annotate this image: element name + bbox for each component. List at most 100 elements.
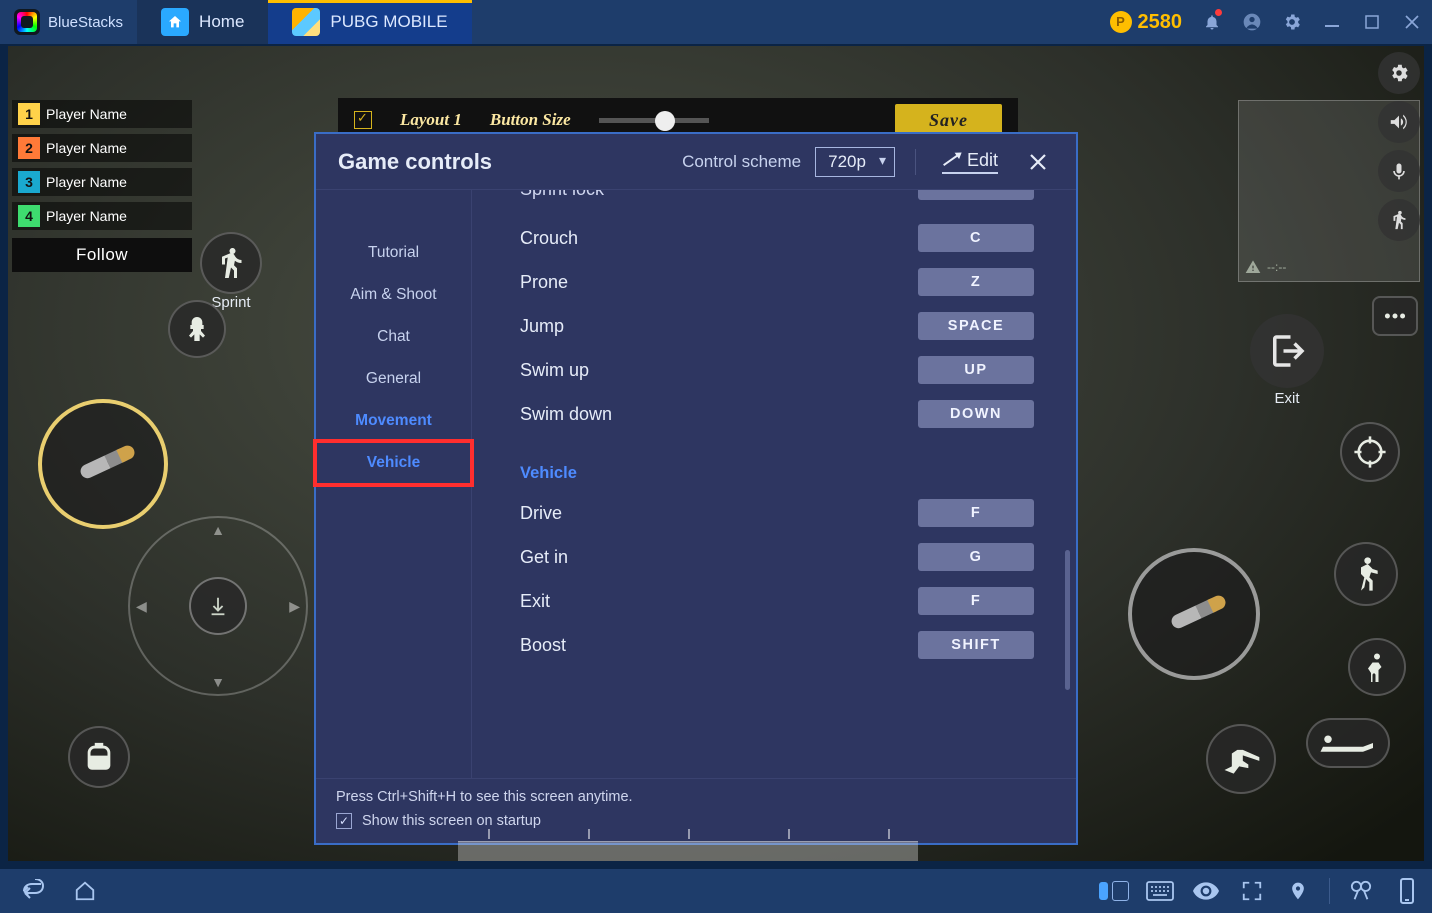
settings-icon[interactable] [1272, 0, 1312, 44]
binding-row: Swim down DOWN [520, 392, 1034, 436]
sound-icon[interactable] [1378, 101, 1420, 143]
game-controls-dialog: Game controls Control scheme 720p Edit T… [314, 132, 1078, 845]
player-name: Player Name [46, 174, 127, 190]
binding-key[interactable]: G [918, 543, 1034, 571]
sprint-button[interactable]: Sprint [200, 232, 262, 294]
binding-key[interactable]: SHIFT [918, 631, 1034, 659]
binding-label: Swim down [520, 404, 612, 425]
layout-toolbar: Layout 1 Button Size Save [338, 98, 1018, 134]
binding-label: Boost [520, 635, 566, 656]
coin-amount: 2580 [1138, 11, 1183, 34]
binding-key[interactable]: Z [918, 268, 1034, 296]
game-icon [292, 8, 320, 36]
follow-button[interactable]: Follow [12, 238, 192, 272]
rank-badge: 4 [18, 205, 40, 227]
player-row-4[interactable]: 4 Player Name [12, 202, 192, 230]
scrollbar[interactable] [1065, 550, 1070, 690]
run-icon[interactable] [1378, 199, 1420, 241]
binding-key[interactable]: F [918, 587, 1034, 615]
keymap-toggle-icon[interactable] [1099, 876, 1129, 906]
binding-label: Jump [520, 316, 564, 337]
binding-label: Crouch [520, 228, 578, 249]
sidebar-item-vehicle[interactable]: Vehicle [316, 442, 471, 484]
crouch-button[interactable] [1348, 638, 1406, 696]
notification-icon[interactable] [1192, 0, 1232, 44]
account-icon[interactable] [1232, 0, 1272, 44]
sidebar-item-chat[interactable]: Chat [316, 316, 471, 358]
back-icon[interactable] [18, 876, 48, 906]
hud-ruler [488, 815, 898, 839]
jump-button[interactable] [1334, 542, 1398, 606]
backpack-button[interactable] [68, 726, 130, 788]
binding-row: Swim upUP [520, 348, 1034, 392]
footer-hint: Press Ctrl+Shift+H to see this screen an… [336, 789, 1056, 805]
joystick-thumb[interactable] [189, 577, 247, 635]
eye-icon[interactable] [1191, 876, 1221, 906]
prone-button[interactable] [1306, 718, 1390, 768]
home-nav-icon[interactable] [70, 876, 100, 906]
bullet-icon [1169, 598, 1218, 631]
player-row-3[interactable]: 3Player Name [12, 168, 192, 196]
exit-button[interactable]: Exit [1250, 314, 1324, 388]
binding-label: Drive [520, 503, 562, 524]
edit-button[interactable]: Edit [936, 148, 1004, 176]
tab-home-label: Home [199, 12, 244, 32]
sidebar-item-general[interactable]: General [316, 358, 471, 400]
tab-game[interactable]: PUBG MOBILE [268, 0, 471, 44]
scheme-select[interactable]: 720p [815, 147, 895, 177]
binding-row: Boost SHIFT [520, 623, 1034, 667]
save-button[interactable]: Save [895, 104, 1002, 135]
movement-joystick[interactable]: ▲ ▼ ◀ ▶ [128, 516, 308, 696]
location-icon[interactable] [1283, 876, 1313, 906]
home-icon [161, 8, 189, 36]
aim-button[interactable] [168, 300, 226, 358]
titlebar-icons [1192, 0, 1432, 44]
sidebar-item-tutorial[interactable]: Tutorial [316, 232, 471, 274]
section-header-vehicle: Vehicle [520, 436, 1034, 491]
binding-key[interactable]: UP [918, 356, 1034, 384]
game-viewport: 1Player Name 2Player Name 3Player Name 4… [0, 44, 1432, 869]
tab-game-label: PUBG MOBILE [330, 12, 447, 32]
player-row-1[interactable]: 1Player Name [12, 100, 192, 128]
shoot-button[interactable] [1206, 724, 1276, 794]
close-icon[interactable] [1392, 0, 1432, 44]
sidebar-item-aim-shoot[interactable]: Aim & Shoot [316, 274, 471, 316]
chat-icon[interactable] [1372, 296, 1418, 336]
binding-key[interactable]: SPACE [918, 312, 1034, 340]
player-name: Player Name [46, 140, 127, 156]
fire-button-right[interactable] [1128, 548, 1260, 680]
microphone-icon[interactable] [1378, 150, 1420, 192]
game-settings-icon[interactable] [1378, 52, 1420, 94]
game-topright-icons [1378, 46, 1424, 241]
dialog-header: Game controls Control scheme 720p Edit [316, 134, 1076, 190]
fire-button-left[interactable] [38, 399, 168, 529]
shake-icon[interactable] [1392, 876, 1422, 906]
crosshair-button[interactable] [1340, 422, 1400, 482]
button-size-slider[interactable] [599, 118, 709, 123]
fullscreen-icon[interactable] [1237, 876, 1267, 906]
binding-key[interactable]: DOWN [918, 400, 1034, 428]
layout-check-icon[interactable] [354, 111, 372, 129]
binding-label: Prone [520, 272, 568, 293]
sidebar-item-movement[interactable]: Movement [316, 400, 471, 442]
close-dialog-icon[interactable] [1022, 150, 1054, 174]
binding-key[interactable]: C [918, 224, 1034, 252]
dialog-title: Game controls [338, 149, 492, 175]
player-name: Player Name [46, 208, 127, 224]
tab-home[interactable]: Home [137, 0, 268, 44]
app-titlebar: BlueStacks Home PUBG MOBILE P 2580 [0, 0, 1432, 44]
brand: BlueStacks [0, 0, 137, 44]
binding-row: Prone Z [520, 260, 1034, 304]
keyboard-icon[interactable] [1145, 876, 1175, 906]
button-size-label: Button Size [490, 110, 571, 130]
minimize-icon[interactable] [1312, 0, 1352, 44]
player-row-2[interactable]: 2Player Name [12, 134, 192, 162]
binding-key[interactable] [918, 190, 1034, 200]
coin-balance[interactable]: P 2580 [1110, 0, 1193, 44]
binding-row: ExitF [520, 579, 1034, 623]
pencil-icon [943, 154, 959, 166]
maximize-icon[interactable] [1352, 0, 1392, 44]
screenshot-icon[interactable] [1346, 876, 1376, 906]
binding-label: Get in [520, 547, 568, 568]
binding-key[interactable]: F [918, 499, 1034, 527]
